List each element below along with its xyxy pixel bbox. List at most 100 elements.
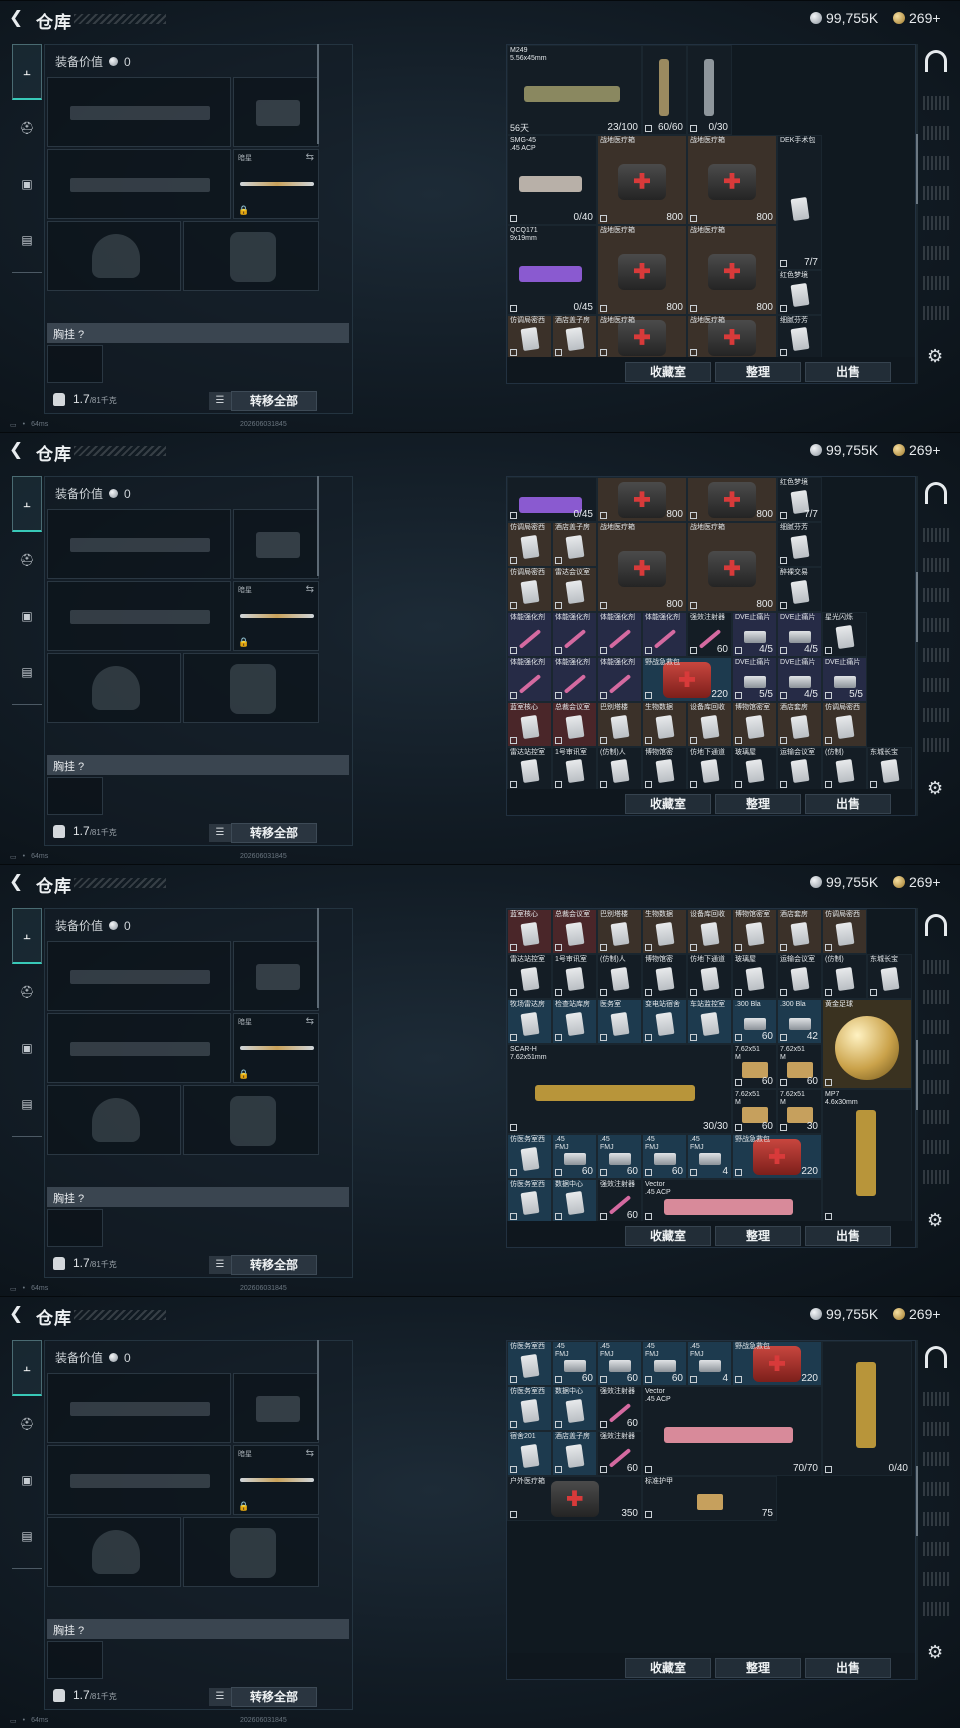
item-cell[interactable]: Vector .45 ACP 70/70 (642, 1386, 822, 1476)
warehouse-page-tab[interactable] (923, 1482, 951, 1496)
transfer-all-button[interactable]: 转移全部 (231, 823, 317, 843)
warehouse-page-tab[interactable] (923, 306, 951, 320)
item-cell[interactable]: .45 FMJ 60 (597, 1134, 642, 1179)
item-cell[interactable]: 牧场雷达房 (507, 999, 552, 1044)
item-cell[interactable]: 宿舍201 (507, 1431, 552, 1476)
item-cell[interactable]: 体能强化剂 (552, 657, 597, 702)
sell-button[interactable]: 出售 (805, 794, 891, 814)
item-cell[interactable]: 60/60 (642, 45, 687, 135)
warehouse-page-tab[interactable] (923, 1170, 951, 1184)
item-cell[interactable]: DVE止痛片 5/5 (822, 657, 867, 702)
chest-rig-slot[interactable] (47, 345, 103, 383)
primary-weapon-slot[interactable] (47, 77, 231, 147)
secondary-weapon-slot[interactable] (47, 1013, 231, 1083)
item-cell[interactable]: 7.62x51 M 60 (732, 1089, 777, 1134)
item-cell[interactable]: 野战急救包 220 (642, 657, 732, 702)
item-cell[interactable]: 巴别塔楼 (597, 909, 642, 954)
item-cell[interactable]: 仿医务室西 (507, 1134, 552, 1179)
warehouse-page-tab[interactable] (923, 216, 951, 230)
transfer-all-button[interactable]: 转移全部 (231, 391, 317, 411)
collection-button[interactable]: 收藏室 (625, 794, 711, 814)
item-cell[interactable]: 仿地下通道 (687, 747, 732, 791)
gold-balance[interactable]: 269+ (893, 442, 941, 458)
secondary-weapon-slot[interactable] (47, 1445, 231, 1515)
item-cell[interactable]: 户外医疗箱 350 (507, 1476, 642, 1521)
item-cell[interactable]: 设备库回收 (687, 702, 732, 747)
item-cell[interactable]: 7.62x51 M 30 (777, 1089, 822, 1134)
item-cell[interactable]: 总裁会议室 (552, 702, 597, 747)
item-cell[interactable]: 7.62x51 M 60 (777, 1044, 822, 1089)
item-cell[interactable]: 仿调局密西 (822, 909, 867, 954)
equipment-scrollbar[interactable] (317, 908, 319, 1008)
helmet-slot[interactable] (47, 653, 181, 723)
item-cell[interactable]: 总裁会议室 (552, 909, 597, 954)
tab-weapons[interactable]: ⫠ (12, 44, 42, 100)
helmet-slot[interactable] (47, 221, 181, 291)
swap-icon[interactable]: ⇆ (306, 1016, 314, 1027)
warehouse-page-tab[interactable] (923, 738, 951, 752)
item-cell[interactable]: 博物馆密室 (732, 702, 777, 747)
item-cell[interactable]: 战地医疗箱 800 (687, 522, 777, 612)
item-cell[interactable]: (仿制)人 (597, 954, 642, 999)
warehouse-page-tab[interactable] (923, 1542, 951, 1556)
back-arrow-icon[interactable]: ❮ (9, 9, 27, 27)
item-cell[interactable]: .45 FMJ 4 (687, 1134, 732, 1179)
item-cell[interactable]: .45 FMJ 60 (642, 1134, 687, 1179)
home-icon[interactable] (925, 1346, 947, 1368)
item-cell[interactable]: 标准护甲 75 (642, 1476, 777, 1521)
gold-balance[interactable]: 269+ (893, 874, 941, 890)
item-cell[interactable]: 设备库回收 (687, 909, 732, 954)
tab-weapons[interactable]: ⫠ (12, 476, 42, 532)
warehouse-page-tab[interactable] (923, 990, 951, 1004)
item-cell[interactable]: 强效注射器 60 (597, 1386, 642, 1431)
item-cell[interactable]: 强效注射器 60 (597, 1431, 642, 1476)
secondary-weapon-slot[interactable] (47, 581, 231, 651)
tab-helmet[interactable]: ⛑ (12, 532, 42, 588)
item-cell[interactable]: 0/45 (507, 477, 597, 522)
sell-button[interactable]: 出售 (805, 1658, 891, 1678)
item-cell[interactable]: 7.62x51 M 60 (732, 1044, 777, 1089)
equipment-scrollbar[interactable] (317, 1340, 319, 1440)
item-cell[interactable]: QCQ171 9x19mm 0/45 (507, 225, 597, 315)
warehouse-page-tab[interactable] (923, 96, 951, 110)
warehouse-page-tab[interactable] (923, 1140, 951, 1154)
item-cell[interactable]: DEK手术包 7/7 (777, 135, 822, 270)
primary-weapon-slot[interactable] (47, 941, 231, 1011)
back-arrow-icon[interactable]: ❮ (9, 873, 27, 891)
item-cell[interactable]: 仿地下通道 (687, 954, 732, 999)
warehouse-grid[interactable]: 蓝室核心 总裁会议室 巴别塔楼 生物数据 设备库回收 博物馆密室 酒店套房 仿调局密西 雷达站控… (506, 908, 916, 1248)
item-cell[interactable]: 战地医疗箱 800 (687, 225, 777, 315)
item-cell[interactable]: 0/30 (687, 45, 732, 135)
item-cell[interactable]: 雷达会议室 (552, 567, 597, 612)
item-cell[interactable]: 数据中心 (552, 1179, 597, 1223)
warehouse-page-tab[interactable] (923, 618, 951, 632)
item-cell[interactable]: 战地医疗箱 800 (597, 225, 687, 315)
home-icon[interactable] (925, 914, 947, 936)
item-cell[interactable]: 体能强化剂 (552, 612, 597, 657)
warehouse-scrollbar[interactable] (916, 476, 918, 816)
item-cell[interactable]: 蓝室核心 (507, 702, 552, 747)
warehouse-scroll-thumb[interactable] (916, 134, 918, 204)
equipment-scrollbar[interactable] (317, 44, 319, 144)
item-cell[interactable]: DVE止痛片 4/5 (777, 657, 822, 702)
tab-backpack[interactable]: ▤ (12, 212, 42, 268)
item-cell[interactable]: 变电站宿舍 (642, 999, 687, 1044)
item-cell[interactable]: 星光闪烁 (822, 612, 867, 657)
item-cell[interactable]: 细腻芬芳 (777, 315, 822, 359)
item-cell[interactable]: 雷达站控室 (507, 747, 552, 791)
warehouse-page-tab[interactable] (923, 156, 951, 170)
equipment-scrollbar[interactable] (317, 476, 319, 576)
item-cell[interactable]: (仿制) (822, 747, 867, 791)
warehouse-page-tab[interactable] (923, 1422, 951, 1436)
secondary-weapon-slot[interactable] (47, 149, 231, 219)
sort-button[interactable]: 整理 (715, 1658, 801, 1678)
item-cell[interactable]: SCAR-H 7.62x51mm 30/30 (507, 1044, 732, 1134)
warehouse-page-tab[interactable] (923, 186, 951, 200)
item-cell[interactable]: 玻璃屋 (732, 954, 777, 999)
armor-slot[interactable] (183, 653, 319, 723)
warehouse-scrollbar[interactable] (916, 44, 918, 384)
home-icon[interactable] (925, 482, 947, 504)
tab-armor[interactable]: ▣ (12, 588, 42, 644)
tab-armor[interactable]: ▣ (12, 1452, 42, 1508)
list-icon[interactable]: ☰ (209, 392, 231, 410)
